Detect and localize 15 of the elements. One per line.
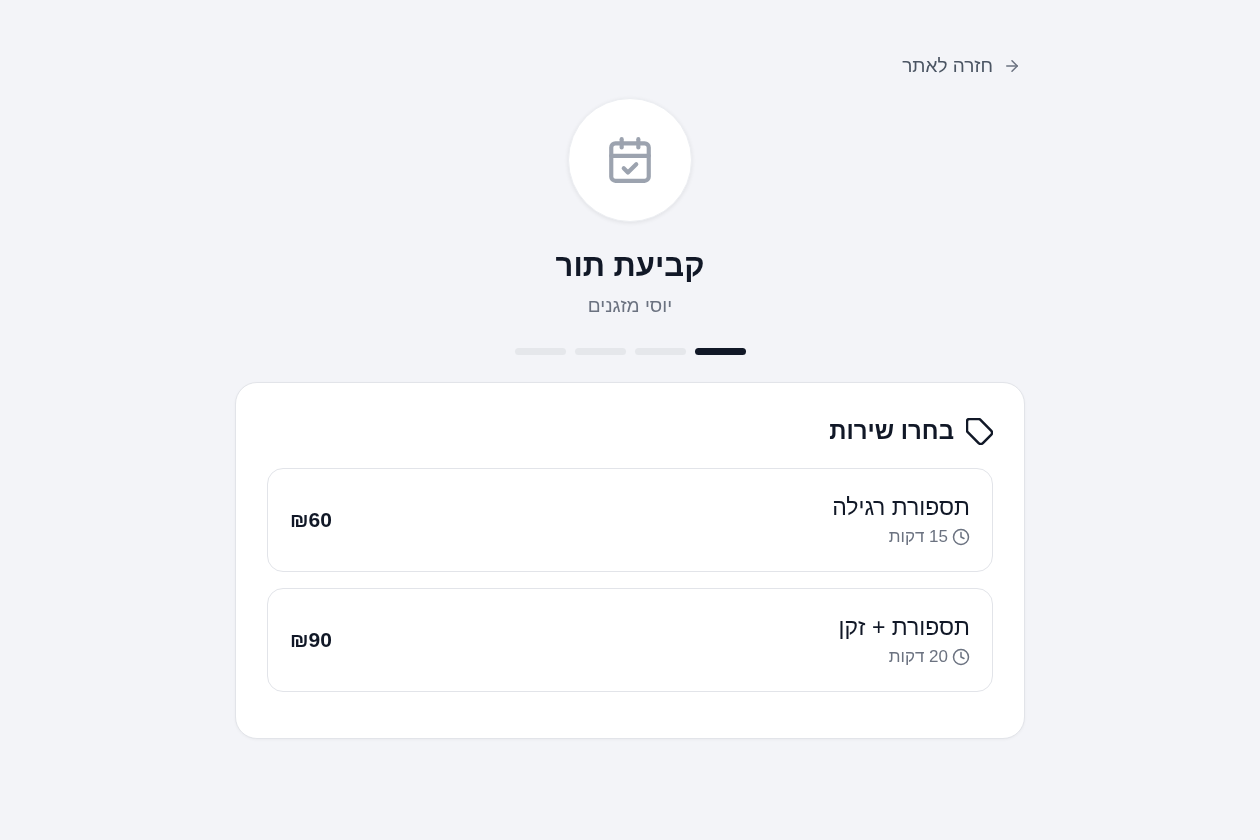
page-title: קביעת תור — [555, 247, 705, 285]
service-price: ₪60 — [290, 508, 332, 532]
card-title: בחרו שירות — [829, 416, 954, 446]
arrow-right-icon — [1003, 57, 1021, 75]
business-name: יוסי מזגנים — [587, 294, 673, 318]
service-name: תספורת + זקן — [838, 612, 970, 642]
tag-icon — [966, 417, 993, 445]
clock-icon — [952, 647, 970, 666]
back-link[interactable]: חזרה לאתר — [902, 54, 1021, 78]
clock-icon — [952, 527, 970, 546]
back-link-label: חזרה לאתר — [902, 54, 993, 78]
service-name: תספורת רגילה — [832, 492, 970, 522]
service-price: ₪90 — [290, 628, 332, 652]
service-duration: 20 דקות — [888, 645, 948, 668]
service-duration: 15 דקות — [888, 525, 948, 548]
